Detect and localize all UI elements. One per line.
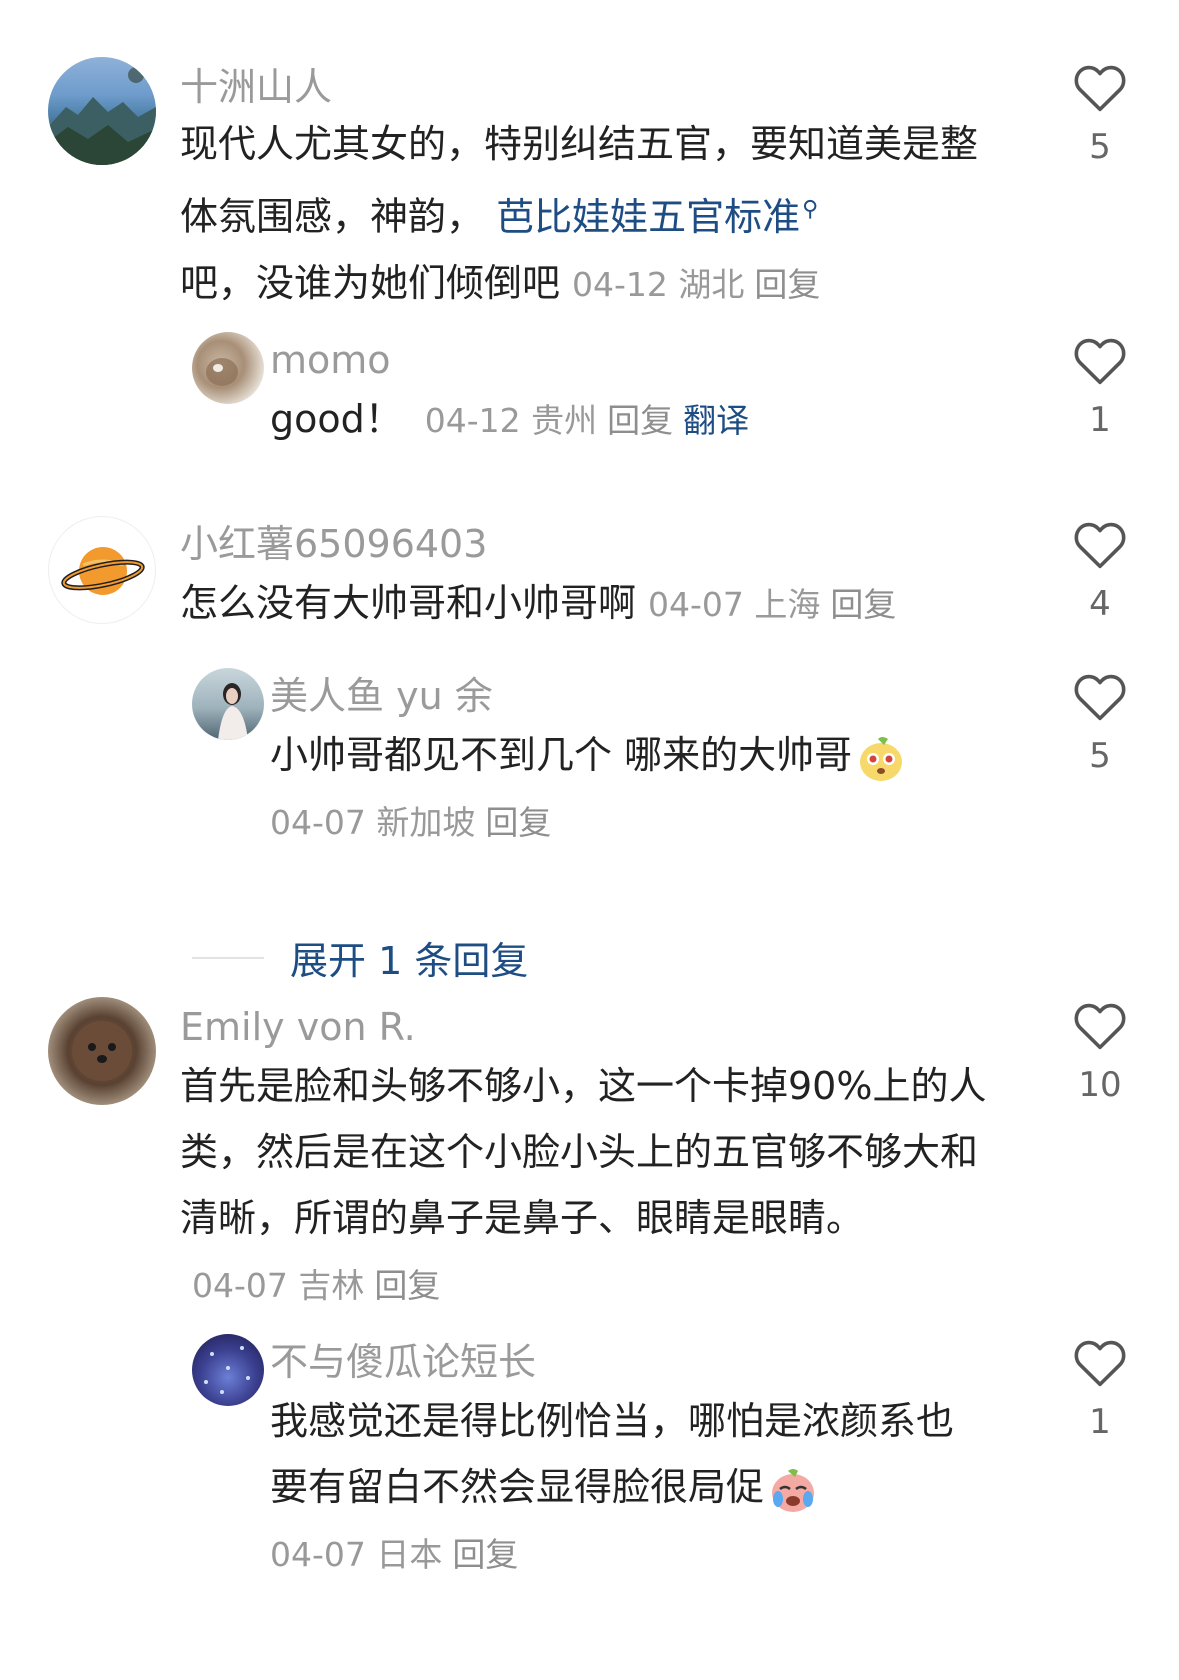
comment-location: 上海 [754,585,821,624]
comment-meta: 04-07 吉林 回复 [192,1266,440,1305]
search-link-label: 芭比娃娃五官标准 [496,194,801,239]
comment-text-body: 怎么没有大帅哥和小帅哥啊 [180,581,637,625]
reply-location: 日本 [376,1535,443,1574]
reply-text-body: good！ [270,397,403,441]
girl-portrait-avatar[interactable] [192,668,264,740]
like-button[interactable]: 1 [1065,1338,1135,1442]
reply-date: 04-12 [424,401,521,440]
reply-username[interactable]: 不与傻瓜论短长 [270,1340,536,1384]
reply-location: 贵州 [531,401,598,440]
reply-date: 04-07 [270,803,366,842]
like-count: 1 [1089,400,1111,440]
reply-username[interactable]: momo [270,338,391,382]
comment-text: 首先是脸和头够不够小，这一个卡掉90%上的人类，然后是在这个小脸小头上的五官够不… [180,1053,1010,1319]
reply-meta: 04-07 新加坡 回复 [270,803,551,842]
like-button[interactable]: 1 [1065,336,1135,440]
heart-outline-icon [1074,1003,1126,1050]
crying-face-emoji [768,1465,818,1515]
comment-meta: 04-12 湖北 回复 [572,265,820,304]
like-count: 1 [1089,1402,1111,1442]
night-lights-avatar[interactable] [192,1334,264,1406]
reply-button[interactable]: 回复 [830,585,896,624]
expand-replies-label: 展开 1 条回复 [290,939,529,983]
comment-location: 湖北 [678,264,745,304]
comment-text-body: 首先是脸和头够不够小，这一个卡掉90%上的人类，然后是在这个小脸小头上的五官够不… [180,1064,987,1240]
comment-location: 吉林 [298,1266,365,1305]
like-button[interactable]: 4 [1065,520,1135,624]
reply-meta: 04-07 日本 回复 [270,1535,518,1574]
planet-icon [61,547,145,595]
person-icon [218,683,248,740]
comment-meta: 04-07 上海 回复 [648,585,896,624]
cat-avatar[interactable] [192,332,264,404]
like-count: 10 [1078,1065,1122,1105]
divider-line [192,956,264,959]
mountain-landscape-avatar[interactable] [48,57,156,165]
reply-button[interactable]: 回复 [374,1266,440,1305]
heart-outline-icon [1074,674,1126,721]
lights-icon [204,1346,250,1394]
comment-text-body-cont: 吧，没谁为她们倾倒吧 [180,260,561,305]
comment-username[interactable]: 十洲山人 [180,65,332,109]
surprised-pear-emoji [856,733,906,783]
like-count: 5 [1089,736,1111,776]
heart-outline-icon [1074,1340,1126,1387]
reply-location: 新加坡 [376,803,476,842]
like-button[interactable]: 5 [1065,672,1135,776]
reply-text: good！ 04-12 贵州 回复 翻译 [270,386,1030,454]
comment-text: 现代人尤其女的，特别纠结五官，要知道美是整体氛围感，神韵， 芭比娃娃五官标准⚲ … [180,111,1010,318]
like-count: 5 [1089,127,1111,167]
reply-meta: 04-12 贵州 回复 翻译 [425,401,749,440]
reply-text-body: 我感觉还是得比例恰当，哪怕是浓颜系也要有留白不然会显得脸很局促 [270,1399,955,1509]
reply-text: 小帅哥都见不到几个 哪来的大帅哥 04-07 新加坡 回复 [270,722,1030,856]
reply-button[interactable]: 回复 [754,265,820,304]
search-magnifier-icon: ⚲ [802,197,819,222]
like-button[interactable]: 10 [1065,1001,1135,1105]
orange-planet-avatar[interactable] [48,516,156,624]
heart-outline-icon [1074,522,1126,569]
like-count: 4 [1089,584,1111,624]
poodle-dog-avatar[interactable] [48,997,156,1105]
reply-button[interactable]: 回复 [452,1535,518,1574]
reply-date: 04-07 [270,1535,366,1574]
comment-username[interactable]: Emily von R. [180,1005,416,1049]
like-button[interactable]: 5 [1065,63,1135,167]
comment-username[interactable]: 小红薯65096403 [180,522,487,566]
reply-username[interactable]: 美人鱼 yu 余 [270,674,493,718]
heart-outline-icon [1074,65,1126,112]
translate-button[interactable]: 翻译 [683,401,749,440]
reply-text-body: 小帅哥都见不到几个 哪来的大帅哥 [270,733,853,777]
cat-icon [206,358,238,386]
dog-icon [72,1021,132,1081]
comment-date: 04-12 [572,264,668,304]
comment-text: 怎么没有大帅哥和小帅哥啊 04-07 上海 回复 [180,570,1010,638]
reply-button[interactable]: 回复 [485,803,551,842]
comment-date: 04-07 [192,1266,288,1305]
mountain-icon [48,67,156,165]
heart-outline-icon [1074,338,1126,385]
reply-text: 我感觉还是得比例恰当，哪怕是浓颜系也要有留白不然会显得脸很局促 04-07 日本… [270,1388,960,1588]
expand-replies-button[interactable]: 展开 1 条回复 [192,930,528,985]
search-link[interactable]: 芭比娃娃五官标准⚲ [496,195,818,239]
reply-button[interactable]: 回复 [607,401,673,440]
comment-date: 04-07 [648,585,744,624]
